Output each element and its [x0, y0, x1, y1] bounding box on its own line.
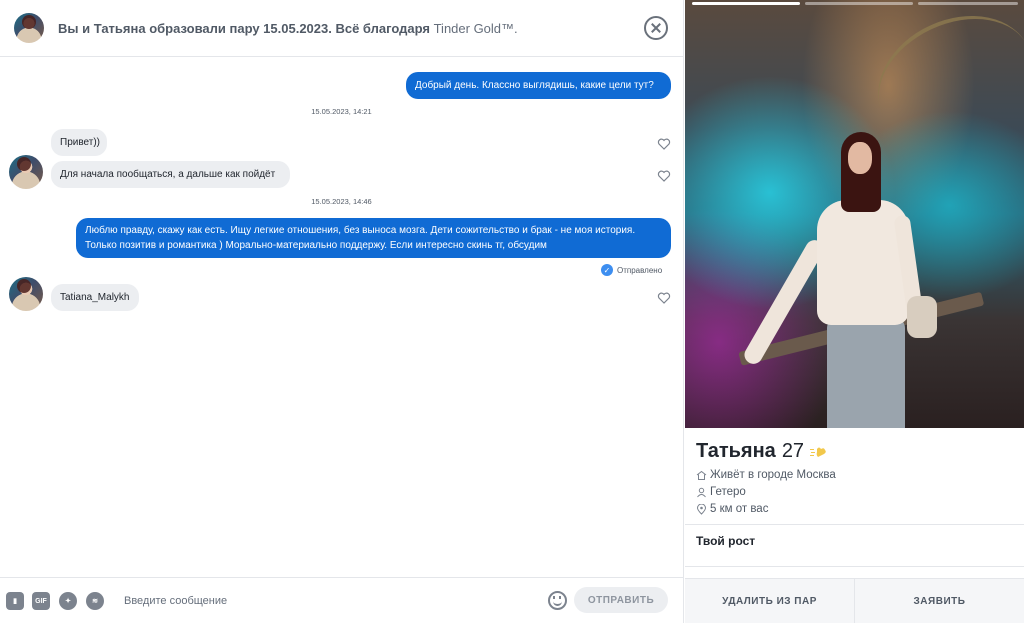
photo-tab[interactable]: [918, 2, 1018, 5]
like-heart-icon[interactable]: [657, 137, 671, 151]
home-icon: [696, 470, 707, 480]
message-timestamp: 15.05.2023, 14:21: [311, 107, 372, 116]
sender-avatar[interactable]: [9, 155, 43, 189]
profile-photo[interactable]: [685, 0, 1024, 428]
chat-header: Вы и Татьяна образовали пару 15.05.2023.…: [0, 0, 684, 57]
message-bubble-outgoing: Люблю правду, скажу как есть. Ищу легкие…: [76, 218, 671, 258]
sent-status: ✓ Отправлено: [601, 264, 662, 276]
match-info-text: Вы и Татьяна образовали пару 15.05.2023.…: [58, 21, 518, 36]
like-heart-icon[interactable]: [657, 291, 671, 305]
close-icon[interactable]: [644, 16, 668, 40]
like-heart-icon[interactable]: [657, 169, 671, 183]
sent-status-label: Отправлено: [617, 265, 663, 275]
message-bubble-incoming: Tatiana_Malykh: [51, 284, 139, 311]
send-button[interactable]: ОТПРАВИТЬ: [574, 587, 668, 613]
section-title-height: Твой рост: [696, 534, 756, 548]
profile-name: Татьяна: [696, 440, 776, 462]
photo-decor: [857, 0, 1024, 169]
report-button[interactable]: ЗАЯВИТЬ: [854, 579, 1024, 623]
message-bubble-incoming: Для начала пообщаться, а дальше как пойд…: [51, 161, 290, 188]
match-info-label: Вы и Татьяна образовали пару 15.05.2023.…: [58, 20, 430, 36]
message-text: Привет)): [60, 137, 101, 148]
match-avatar[interactable]: [14, 13, 44, 43]
unmatch-button[interactable]: УДАЛИТЬ ИЗ ПАР: [685, 579, 854, 623]
profile-distance-text: 5 км от вас: [710, 503, 769, 515]
message-text: Для начала пообщаться, а дальше как пойд…: [60, 169, 276, 180]
gif-button[interactable]: GIF: [32, 592, 50, 610]
sticker-icon[interactable]: ✦: [59, 592, 77, 610]
photo-tab-active[interactable]: [692, 2, 800, 5]
message-timestamp: 15.05.2023, 14:46: [311, 197, 372, 206]
chat-panel: Вы и Татьяна образовали пару 15.05.2023.…: [0, 0, 684, 623]
tinder-gold-link[interactable]: Tinder Gold™.: [434, 21, 518, 36]
message-bubble-outgoing: Добрый день. Классно выглядишь, какие це…: [406, 72, 671, 99]
gold-badge-icon: [810, 447, 826, 457]
emoji-icon[interactable]: [548, 591, 567, 610]
photo-decor: [848, 142, 872, 174]
profile-panel: Татьяна 27 Живёт в городе Москва Гетеро …: [685, 0, 1024, 623]
sender-avatar[interactable]: [9, 277, 43, 311]
profile-orientation-text: Гетеро: [710, 486, 746, 498]
message-bubble-incoming: Привет)): [51, 129, 107, 156]
message-text: Tatiana_Malykh: [60, 292, 130, 303]
profile-city: Живёт в городе Москва: [696, 469, 836, 481]
profile-orientation: Гетеро: [696, 486, 746, 498]
profile-actions: УДАЛИТЬ ИЗ ПАР ЗАЯВИТЬ: [685, 578, 1024, 623]
photo-decor: [827, 318, 905, 428]
message-text: Люблю правду, скажу как есть. Ищу легкие…: [85, 225, 636, 251]
profile-distance: 5 км от вас: [696, 503, 768, 515]
divider: [685, 566, 1024, 567]
spotify-icon[interactable]: ≋: [86, 592, 104, 610]
profile-name-row: Татьяна 27: [696, 440, 828, 463]
photo-tab[interactable]: [805, 2, 913, 5]
message-composer: ▮ GIF ✦ ≋ ОТПРАВИТЬ: [0, 577, 684, 623]
person-icon: [697, 487, 706, 497]
contact-card-icon[interactable]: ▮: [6, 592, 24, 610]
profile-age: 27: [781, 440, 805, 462]
profile-city-text: Живёт в городе Москва: [710, 469, 836, 481]
message-text: Добрый день. Классно выглядишь, какие це…: [415, 80, 654, 91]
sent-check-icon: ✓: [601, 264, 613, 276]
location-pin-icon: [696, 503, 707, 515]
photo-decor: [907, 296, 937, 338]
message-input[interactable]: [124, 592, 524, 610]
divider: [685, 524, 1024, 525]
